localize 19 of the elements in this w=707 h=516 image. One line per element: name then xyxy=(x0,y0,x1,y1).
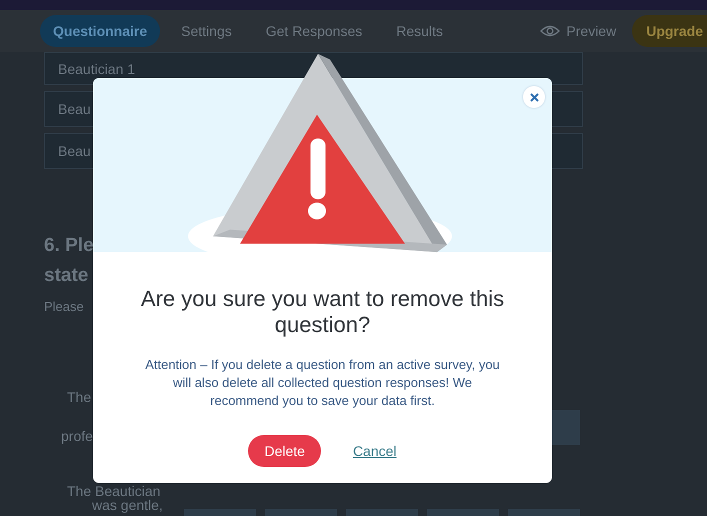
row-label: The Beautician xyxy=(66,484,160,499)
nav-tab[interactable]: Results xyxy=(383,15,456,47)
row-label: The xyxy=(66,390,92,405)
question-hint: Please xyxy=(44,299,84,314)
question-title: 6. Ple xyxy=(44,234,94,258)
question-title: state xyxy=(44,264,88,288)
preview-button[interactable]: Preview xyxy=(534,22,622,40)
nav-tab[interactable]: Settings xyxy=(168,15,245,47)
dialog-title: Are you sure you want to remove this question? xyxy=(140,286,506,338)
dialog-message: Attention – If you delete a question from an active survey, you will also delete all collected question responses! We recommend you to save your data first. xyxy=(144,356,501,410)
row-label: profe xyxy=(60,429,93,444)
nav-tab[interactable]: Questionnaire xyxy=(40,15,160,47)
upgrade-button[interactable]: Upgrade xyxy=(632,15,707,47)
eye-icon xyxy=(540,25,560,37)
row-label: was gentle, xyxy=(91,498,163,513)
delete-button[interactable]: Delete xyxy=(248,435,321,467)
nav-tab[interactable]: Get Responses xyxy=(252,15,376,47)
cancel-link[interactable]: Cancel xyxy=(352,443,397,459)
close-icon xyxy=(530,92,538,102)
